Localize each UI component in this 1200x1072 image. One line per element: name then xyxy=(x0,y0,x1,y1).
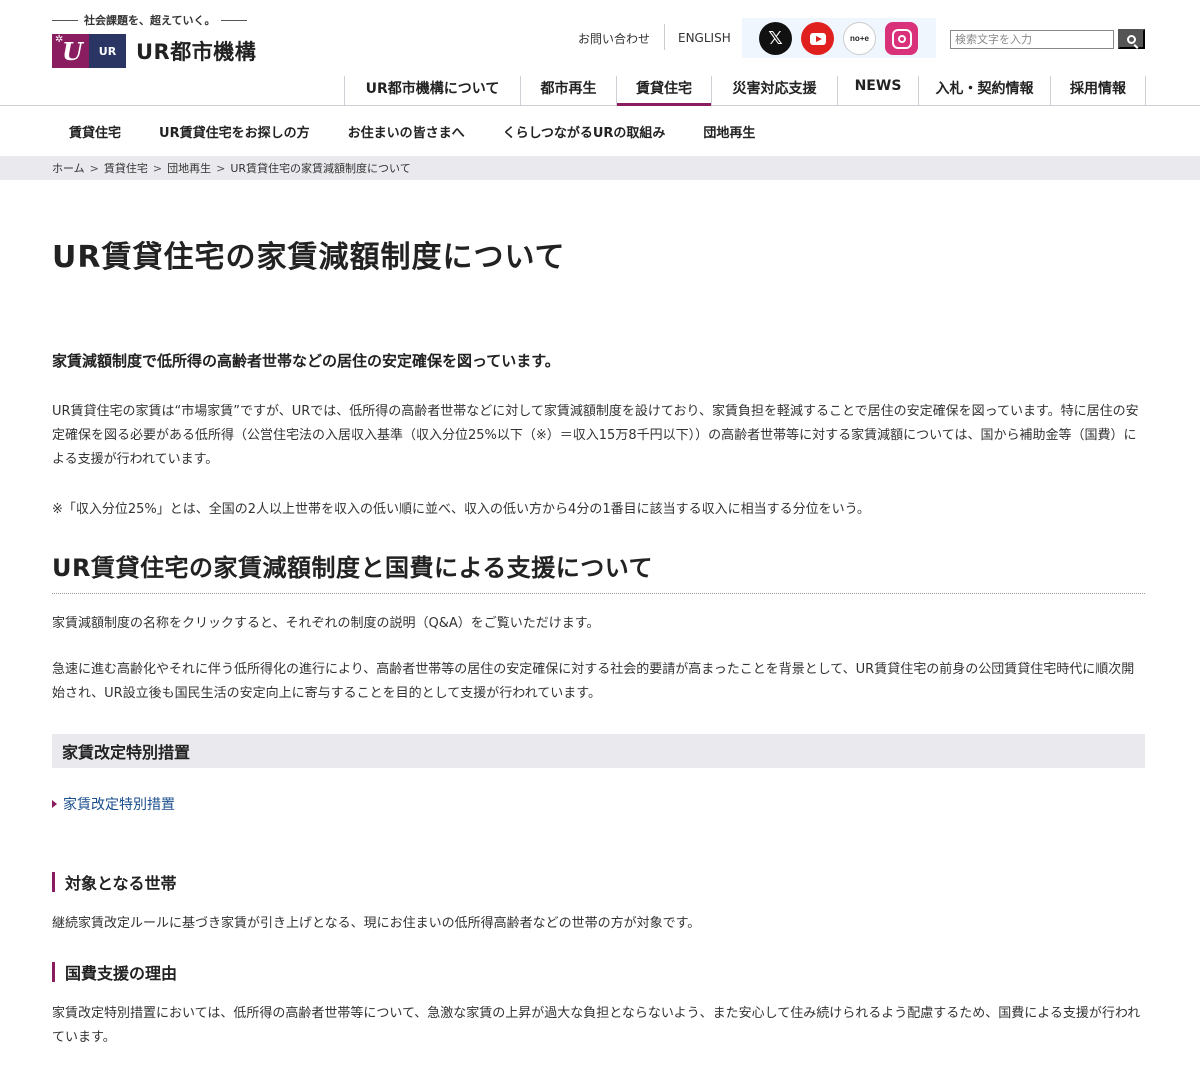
x-icon[interactable]: 𝕏 xyxy=(759,22,792,55)
tagline-rule-right xyxy=(221,19,248,21)
site-logo[interactable]: ✲ U UR UR都市機構 xyxy=(52,34,256,68)
breadcrumb-current: UR賃貸住宅の家賃減額制度について xyxy=(230,162,411,175)
camera-icon xyxy=(891,28,912,49)
breadcrumb-rental[interactable]: 賃貸住宅 xyxy=(104,160,148,176)
breadcrumb: ホーム > 賃貸住宅 > 団地再生 > UR賃貸住宅の家賃減額制度について xyxy=(0,156,1200,180)
subnav-item-residents[interactable]: お住まいの皆さまへ xyxy=(348,122,465,141)
play-icon xyxy=(809,32,826,45)
gnav-item-urban-renewal[interactable]: 都市再生 xyxy=(520,76,616,106)
lead-text: 家賃減額制度で低所得の高齢者世帯などの居住の安定確保を図っています。 xyxy=(52,352,560,370)
logo-mark-left: ✲ U xyxy=(52,34,89,68)
subnav-item-community[interactable]: くらしつながるURの取組み xyxy=(503,122,666,141)
breadcrumb-renewal[interactable]: 団地再生 xyxy=(167,160,211,176)
english-link[interactable]: ENGLISH xyxy=(678,18,731,58)
target-households-heading: 対象となる世帯 xyxy=(52,872,177,893)
breadcrumb-separator: > xyxy=(152,161,163,175)
support-reason-text: 家賃改定特別措置においては、低所得の高齢者世帯等について、急激な家賃の上昇が過大… xyxy=(52,1006,1141,1045)
section-note: 家賃減額制度の名称をクリックすると、それぞれの制度の説明（Q&A）をご覧いただけ… xyxy=(52,616,600,631)
instagram-icon[interactable] xyxy=(885,22,918,55)
tagline-text: 社会課題を、超えていく。 xyxy=(84,14,216,27)
subsection-heading: 家賃改定特別措置 xyxy=(52,734,1145,768)
logo-mark-right: UR xyxy=(89,34,126,68)
breadcrumb-separator: > xyxy=(216,161,226,175)
gnav-item-news[interactable]: NEWS xyxy=(837,76,918,106)
page-title: UR賃貸住宅の家賃減額制度について xyxy=(52,240,566,275)
logo-text: UR都市機構 xyxy=(136,40,257,64)
tagline-rule-left xyxy=(52,19,78,21)
target-households-text: 継続家賃改定ルールに基づき家賃が引き上げとなる、現にお住まいの低所得高齢者などの… xyxy=(52,916,701,931)
gnav-item-recruit[interactable]: 採用情報 xyxy=(1050,76,1146,106)
subnav-item-search[interactable]: UR賃貸住宅をお探しの方 xyxy=(159,122,310,141)
global-nav: UR都市機構について 都市再生 賃貸住宅 災害対応支援 NEWS 入札・契約情報… xyxy=(344,76,1146,106)
support-reason-heading: 国費支援の理由 xyxy=(52,962,177,983)
subnav-item-rental[interactable]: 賃貸住宅 xyxy=(69,122,121,141)
section-heading: UR賃貸住宅の家賃減額制度と国費による支援について xyxy=(52,548,1145,594)
search-icon xyxy=(1127,34,1136,44)
section-background: 急速に進む高齢化やそれに伴う低所得化の進行により、高齢者世帯等の居住の安定確保に… xyxy=(52,662,1135,701)
ur-logo-mark: ✲ U UR xyxy=(52,34,126,68)
gnav-item-bidding[interactable]: 入札・契約情報 xyxy=(918,76,1050,106)
site-header: 社会課題を、超えていく。 ✲ U UR UR都市機構 お問い合わせ ENGLIS… xyxy=(0,0,1200,106)
tagline: 社会課題を、超えていく。 xyxy=(52,12,248,28)
gnav-item-disaster-support[interactable]: 災害対応支援 xyxy=(711,76,837,106)
breadcrumb-home[interactable]: ホーム xyxy=(52,160,85,176)
subnav-item-renewal[interactable]: 団地再生 xyxy=(703,122,755,141)
gnav-item-about[interactable]: UR都市機構について xyxy=(344,76,520,106)
triangle-right-icon xyxy=(52,800,57,808)
youtube-icon[interactable] xyxy=(801,22,834,55)
logo-u-glyph: U xyxy=(62,37,83,66)
breadcrumb-separator: > xyxy=(89,161,99,175)
footnote-paragraph: ※「収入分位25%」とは、全国の2人以上世帯を収入の低い順に並べ、収入の低い方か… xyxy=(52,502,870,517)
search-button[interactable] xyxy=(1118,29,1145,49)
sub-nav: 賃貸住宅 UR賃貸住宅をお探しの方 お住まいの皆さまへ くらしつながるURの取組… xyxy=(0,106,1200,156)
util-divider xyxy=(664,24,665,50)
rent-revision-link-label: 家賃改定特別措置 xyxy=(63,797,175,813)
note-icon[interactable]: no+e xyxy=(843,22,876,55)
search-input[interactable] xyxy=(950,30,1114,49)
gnav-item-rental-housing[interactable]: 賃貸住宅 xyxy=(616,76,711,106)
contact-link[interactable]: お問い合わせ xyxy=(578,18,650,58)
rent-revision-link[interactable]: 家賃改定特別措置 xyxy=(52,794,175,814)
intro-paragraph: UR賃貸住宅の家賃は“市場家賃”ですが、URでは、低所得の高齢者世帯などに対して… xyxy=(52,404,1139,467)
